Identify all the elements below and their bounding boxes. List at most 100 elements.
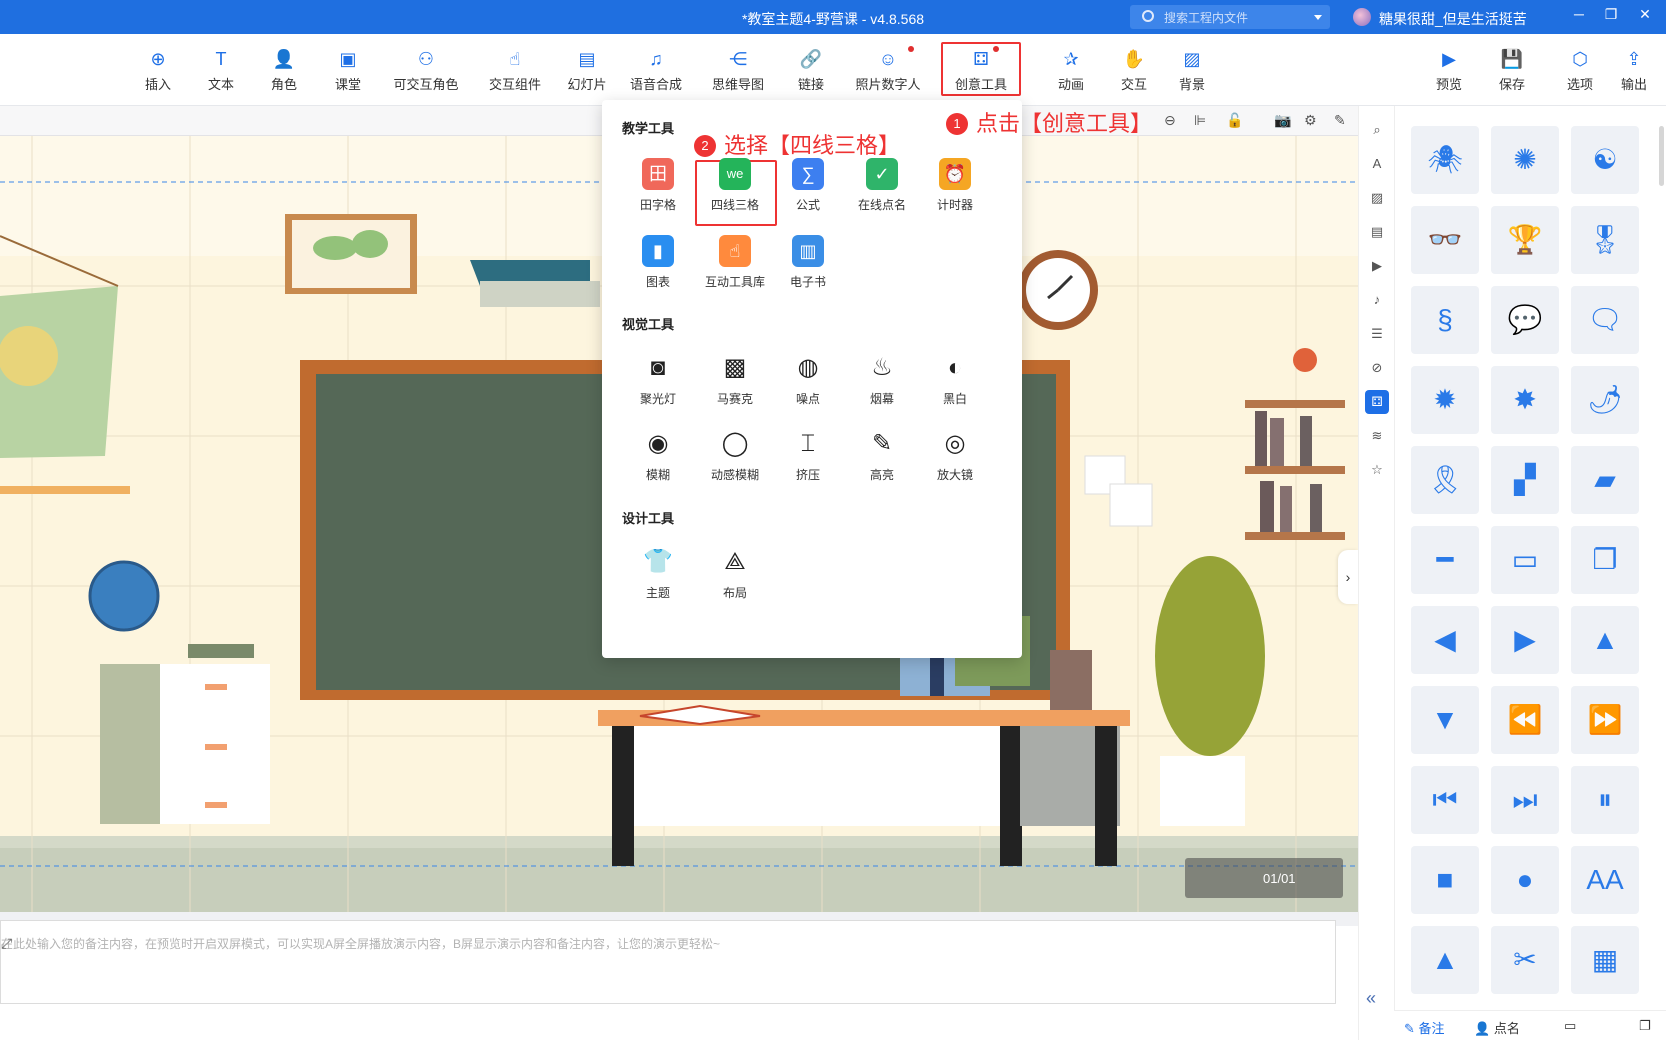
compass-icon[interactable]: ⊘ [1365,356,1389,380]
shape-asset-8[interactable]: 💬 [1491,286,1559,354]
scrollbar[interactable] [1659,126,1664,186]
toolbar-preview[interactable]: ▶ 预览 [1413,48,1485,104]
tool-black-white[interactable]: ◐ 黑白 [920,352,990,407]
shape-asset-2[interactable]: ✺ [1491,126,1559,194]
tool-roll-call[interactable]: ✓ 在线点名 [847,158,917,213]
shape-asset-17[interactable]: ▭ [1491,526,1559,594]
favorites-icon[interactable]: ☆ [1365,458,1389,482]
comment-icon[interactable]: ☰ [1365,322,1389,346]
tool-noise[interactable]: ◍ 噪点 [773,352,843,407]
shape-asset-3[interactable]: ☯ [1571,126,1639,194]
tool-four-line-grid[interactable]: we 四线三格 [700,158,770,213]
toolbar-export[interactable]: ⇪ 输出 [1606,48,1662,104]
chevron-down-icon[interactable] [1314,15,1322,20]
shape-asset-14[interactable]: ▞ [1491,446,1559,514]
tool-layout[interactable]: ⟁ 布局 [700,546,770,601]
toolbar-link[interactable]: 🔗 链接 [775,48,847,104]
zoom-out-icon[interactable]: ⊖ [1164,112,1176,129]
username[interactable]: 糖果很甜_但是生活挺苦 [1379,9,1527,29]
shape-asset-32[interactable]: ✂ [1491,926,1559,994]
avatar[interactable] [1353,8,1371,26]
tool-formula[interactable]: ∑ 公式 [773,158,843,213]
text-box-icon[interactable]: A [1365,152,1389,176]
shape-asset-29[interactable]: ● [1491,846,1559,914]
shape-asset-9[interactable]: 🗨 [1571,286,1639,354]
minimize-button[interactable]: ─ [1564,6,1594,28]
tool-ebook[interactable]: ▥ 电子书 [773,235,843,290]
layers-icon[interactable]: ≋ [1365,424,1389,448]
toolbar-classroom[interactable]: ▣ 课堂 [312,48,384,104]
tool-theme[interactable]: 👕 主题 [623,546,693,601]
shape-asset-24[interactable]: ⏩ [1571,686,1639,754]
align-icon[interactable]: ⊫ [1194,112,1206,129]
toolbar-photo-avatar[interactable]: ☺ 照片数字人 [848,46,928,104]
rollcall-tab-button[interactable]: 👤 点名 [1474,1018,1520,1037]
shapes-icon[interactable]: ⚃ [1365,390,1389,414]
tool-tianzige[interactable]: 田田字格 [623,158,693,213]
lock-icon[interactable]: 🔓 [1226,112,1243,129]
shape-asset-6[interactable]: 🎖 [1571,206,1639,274]
toolbar-interactive-character[interactable]: ⚇ 可交互角色 [386,48,466,104]
shape-asset-22[interactable]: ▼ [1411,686,1479,754]
shape-asset-5[interactable]: 🏆 [1491,206,1559,274]
image-icon[interactable]: ▨ [1365,186,1389,210]
notes-tab-button[interactable]: ✎ 备注 [1404,1018,1445,1037]
shape-asset-19[interactable]: ◀ [1411,606,1479,674]
shape-asset-10[interactable]: ✹ [1411,366,1479,434]
shape-asset-13[interactable]: 🎗 [1411,446,1479,514]
shape-asset-30[interactable]: AA [1571,846,1639,914]
shape-asset-1[interactable]: 🕷 [1411,126,1479,194]
settings-icon[interactable]: ⚙ [1304,112,1317,129]
edit-icon[interactable]: ✎ [1334,112,1346,129]
toolbar-slides[interactable]: ▤ 幻灯片 [551,48,623,104]
expand-icon[interactable]: ⤢ [1,935,1321,991]
toolbar-mindmap[interactable]: ⋲ 思维导图 [700,48,776,104]
shape-asset-33[interactable]: ▦ [1571,926,1639,994]
maximize-button[interactable]: ❐ [1596,6,1626,28]
shape-asset-12[interactable]: 🌶 [1571,366,1639,434]
shape-asset-21[interactable]: ▲ [1571,606,1639,674]
tool-squeeze[interactable]: ⌶ 挤压 [773,428,843,483]
collapse-panel-icon[interactable]: « [1366,988,1376,1009]
shape-asset-31[interactable]: ▲ [1411,926,1479,994]
tool-magnifier[interactable]: ◎ 放大镜 [920,428,990,483]
shape-asset-4[interactable]: 👓 [1411,206,1479,274]
shape-asset-27[interactable]: ⏸ [1571,766,1639,834]
shape-asset-26[interactable]: ⏭ [1491,766,1559,834]
project-search-input[interactable]: 搜索工程内文件 [1130,5,1330,29]
tool-motion-blur[interactable]: ◯ 动感模糊 [700,428,770,483]
tool-timer[interactable]: ⏰ 计时器 [920,158,990,213]
toolbar-voice-synthesis[interactable]: ♫ 语音合成 [618,48,694,104]
toolbar-save[interactable]: 💾 保存 [1476,48,1548,104]
toolbar-text[interactable]: T 文本 [185,48,257,104]
shape-asset-15[interactable]: ▰ [1571,446,1639,514]
shape-asset-20[interactable]: ▶ [1491,606,1559,674]
shape-asset-18[interactable]: ❐ [1571,526,1639,594]
tool-smoke[interactable]: ♨ 烟幕 [847,352,917,407]
shape-asset-25[interactable]: ⏮ [1411,766,1479,834]
shape-asset-23[interactable]: ⏪ [1491,686,1559,754]
shape-asset-11[interactable]: ✸ [1491,366,1559,434]
toolbar-character[interactable]: 👤 角色 [248,48,320,104]
toolbar-insert[interactable]: ⊕ 插入 [122,48,194,104]
tool-mosaic[interactable]: ▩ 马赛克 [700,352,770,407]
toolbar-background[interactable]: ▨ 背景 [1156,48,1228,104]
toolbar-interactive-components[interactable]: ☝ 交互组件 [477,48,553,104]
media-icon[interactable]: ▤ [1365,220,1389,244]
tool-highlight[interactable]: ✎ 高亮 [847,428,917,483]
tool-interactive-library[interactable]: ☝ 互动工具库 [700,235,770,290]
shape-asset-7[interactable]: § [1411,286,1479,354]
expand-panel-button[interactable]: › [1338,550,1358,604]
close-button[interactable]: ✕ [1630,6,1660,28]
tool-blur[interactable]: ◉ 模糊 [623,428,693,483]
search-shape-icon[interactable]: ⌕ [1365,118,1389,142]
camera-icon[interactable]: 📷 [1274,112,1291,129]
video-icon[interactable]: ▶ [1365,254,1389,278]
screen-icon[interactable]: ▭ [1564,1018,1576,1034]
music-icon[interactable]: ♪ [1365,288,1389,312]
notes-input[interactable]: 在此处输入您的备注内容，在预览时开启双屏模式，可以实现A屏全屏播放演示内容，B屏… [0,920,1336,1004]
tool-chart[interactable]: ▮ 图表 [623,235,693,290]
shape-asset-28[interactable]: ■ [1411,846,1479,914]
window-icon[interactable]: ❐ [1639,1018,1651,1034]
toolbar-animation[interactable]: ✰ 动画 [1035,48,1107,104]
